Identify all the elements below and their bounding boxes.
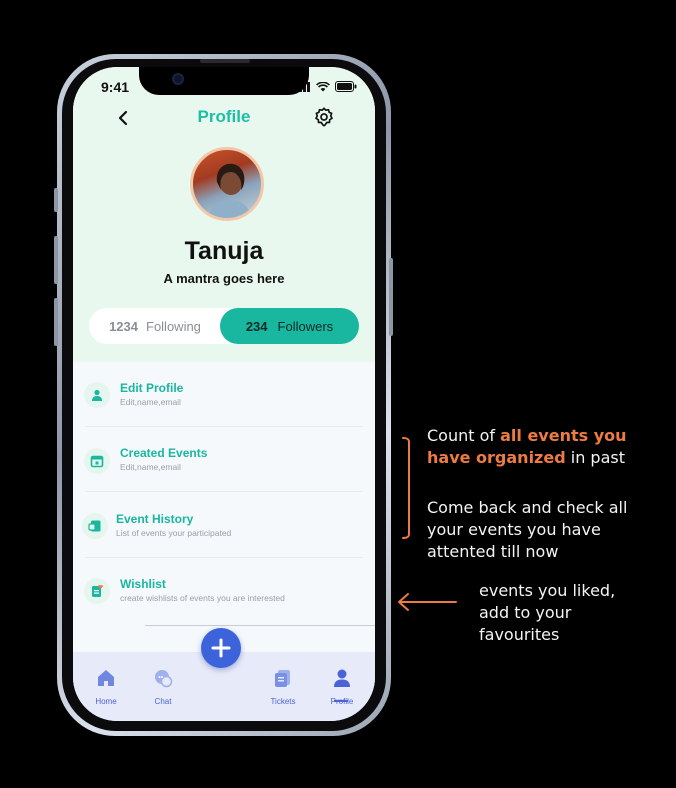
menu-item-event-history[interactable]: Event History List of events your partic…	[73, 497, 375, 561]
annotation-arrow	[398, 593, 457, 611]
profile-mantra: A mantra goes here	[163, 271, 285, 286]
menu-title: Event History	[116, 512, 194, 526]
divider	[85, 491, 363, 492]
status-time: 9:41	[101, 79, 130, 95]
nav-chat[interactable]: Chat	[138, 667, 188, 706]
divider	[85, 557, 363, 558]
menu-subtitle: Edit,name,email	[120, 462, 181, 472]
power-button	[389, 258, 393, 336]
avatar	[190, 147, 264, 221]
annotation-text: Come back and check all	[427, 498, 628, 517]
annotation-highlight: all events you	[500, 426, 627, 445]
battery-icon	[335, 81, 357, 92]
nav-label: Home	[95, 697, 117, 706]
calendar-icon	[84, 448, 110, 474]
following-label: Following	[146, 318, 201, 334]
following-tab[interactable]: 1234 Following	[89, 308, 221, 344]
volume-down-button	[54, 298, 58, 346]
nav-tickets[interactable]: Tickets	[258, 667, 308, 706]
bottom-divider	[145, 625, 375, 626]
annotation-text: Count of	[427, 426, 501, 445]
followers-tab[interactable]: 234 Followers	[220, 308, 359, 344]
wishlist-icon	[84, 578, 110, 604]
menu-subtitle: create wishlists of events you are inter…	[120, 593, 285, 603]
volume-up-button	[54, 236, 58, 284]
annotation-text: events you liked,	[479, 581, 616, 600]
followers-label: Followers	[277, 318, 334, 334]
speaker-grille	[200, 59, 250, 63]
profile-name: Tanuja	[184, 237, 264, 265]
menu-title: Edit Profile	[120, 381, 184, 395]
home-icon	[98, 670, 114, 686]
plus-icon	[211, 638, 231, 658]
person-icon	[84, 382, 110, 408]
silent-switch	[54, 188, 58, 212]
annotation-text: favourites	[479, 625, 560, 644]
menu-item-edit-profile[interactable]: Edit Profile Edit,name,email	[73, 367, 375, 431]
menu-title: Created Events	[120, 446, 208, 460]
annotation-text: add to your	[479, 603, 572, 622]
tickets-icon	[275, 670, 290, 687]
nav-label: Tickets	[270, 697, 296, 706]
notch	[139, 67, 309, 95]
annotation-text: attented till now	[427, 542, 559, 561]
nav-label: Chat	[154, 697, 172, 706]
annotation-organized-count: Count of all events you have organized in…	[427, 425, 667, 469]
wifi-icon	[316, 81, 330, 91]
menu-item-created-events[interactable]: Created Events Edit,name,email	[73, 432, 375, 496]
chat-icon	[155, 670, 173, 688]
add-event-button[interactable]	[201, 628, 241, 668]
divider	[85, 426, 363, 427]
history-icon	[82, 513, 108, 539]
annotation-event-history: Come back and check all your events you …	[427, 497, 667, 563]
annotation-highlight: have organized	[427, 448, 566, 467]
menu-title: Wishlist	[120, 577, 166, 591]
profile-icon	[334, 669, 350, 687]
annotation-text: your events you have	[427, 520, 601, 539]
follow-toggle: 1234 Following 234 Followers	[89, 308, 359, 344]
annotation-bracket	[402, 437, 410, 539]
menu-item-wishlist[interactable]: Wishlist create wishlists of events you …	[73, 562, 375, 626]
front-camera	[172, 73, 184, 85]
settings-gear-icon[interactable]	[313, 106, 335, 128]
nav-home[interactable]: Home	[81, 667, 131, 706]
menu-subtitle: Edit,name,email	[120, 397, 181, 407]
screen: 9:41 Profile Tanuja A mantra goes here 1…	[73, 67, 375, 721]
menu-subtitle: List of events your participated	[116, 528, 232, 538]
annotation-text: in past	[565, 448, 625, 467]
following-count: 1234	[109, 318, 138, 334]
nav-active-indicator	[334, 700, 348, 702]
annotation-wishlist: events you liked, add to your favourites	[479, 580, 669, 646]
followers-count: 234	[245, 318, 268, 334]
